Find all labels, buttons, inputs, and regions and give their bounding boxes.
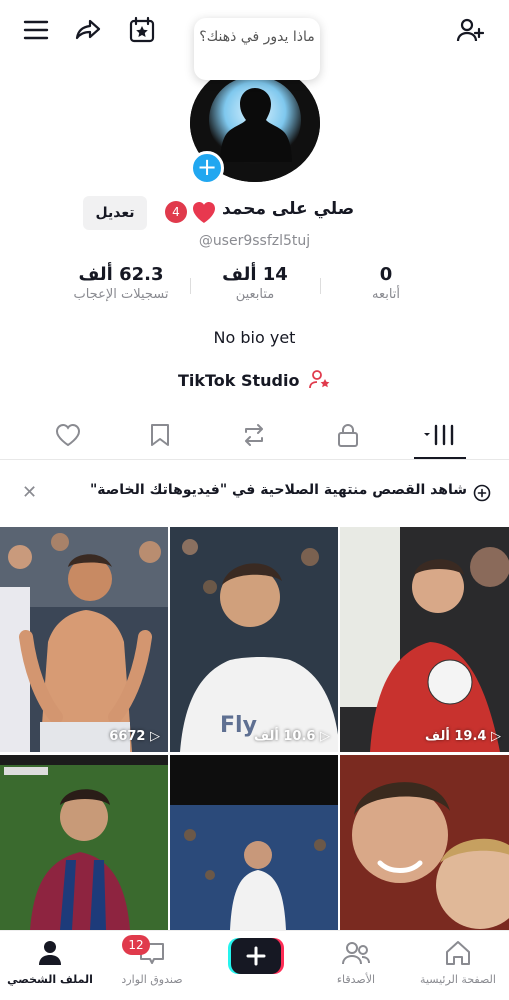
- video-thumbnail[interactable]: [0, 755, 168, 930]
- create-button[interactable]: [228, 938, 284, 974]
- expired-stories-banner[interactable]: ✕ شاهد القصص منتهية الصلاحية في "فيديوها…: [0, 462, 509, 522]
- video-thumbnail[interactable]: ▷ 6672: [0, 527, 168, 752]
- calendar-star-icon[interactable]: [126, 14, 158, 46]
- edit-profile-button[interactable]: تعديل: [83, 196, 147, 230]
- add-circle-icon: [473, 484, 491, 502]
- status-prompt-bubble[interactable]: ماذا يدور في ذهنك؟: [194, 18, 320, 80]
- nav-profile-label: الملف الشخصي: [7, 973, 93, 986]
- tab-liked[interactable]: [48, 418, 88, 452]
- profile-icon: [39, 941, 61, 965]
- bio-text[interactable]: No bio yet: [0, 328, 509, 347]
- tiktok-studio-link[interactable]: TikTok Studio: [0, 369, 509, 390]
- followers-stat[interactable]: 14 ألف متابعين: [212, 264, 298, 302]
- profile-handle: @user9ssfzl5tuj: [198, 233, 311, 249]
- share-icon[interactable]: [72, 14, 104, 46]
- add-avatar-button[interactable]: +: [190, 151, 224, 185]
- studio-label: TikTok Studio: [177, 371, 300, 390]
- divider: [190, 278, 191, 294]
- name-row: تعديل 4 صلي على محمد: [0, 196, 509, 230]
- video-thumbnail[interactable]: [340, 755, 509, 930]
- heart-icon: [193, 202, 215, 223]
- nav-inbox-label: صندوق الوارد: [121, 973, 183, 986]
- video-grid: ▷ 6672 Fly ▷ 10.6 ألف ▷ 19.4 ألف: [0, 527, 509, 930]
- likes-count: 62.3 ألف: [78, 264, 164, 285]
- close-icon[interactable]: ✕: [22, 482, 37, 503]
- home-icon: [446, 941, 470, 965]
- view-count: ▷ 6672: [109, 729, 160, 744]
- view-count: ▷ 19.4 ألف: [425, 729, 501, 744]
- divider: [320, 278, 321, 294]
- following-label: أتابعه: [371, 287, 401, 302]
- friends-icon: [342, 942, 370, 965]
- nav-home[interactable]: الصفحة الرئيسية: [408, 937, 508, 986]
- heart-outline-icon: [55, 423, 81, 447]
- active-tab-indicator: [414, 457, 466, 459]
- add-friend-icon[interactable]: [454, 14, 486, 46]
- video-thumbnail[interactable]: Fly ▷ 10.6 ألف: [170, 527, 338, 752]
- followers-count: 14 ألف: [222, 264, 288, 285]
- video-thumbnail[interactable]: [170, 755, 338, 930]
- stats-row: 62.3 ألف تسجيلات الإعجاب 14 ألف متابعين …: [0, 264, 509, 312]
- nav-profile[interactable]: الملف الشخصي: [0, 937, 100, 986]
- following-count: 0: [379, 264, 393, 285]
- video-thumbnail[interactable]: ▷ 19.4 ألف: [340, 527, 509, 752]
- followers-label: متابعين: [235, 287, 275, 302]
- grid-dropdown-icon: [424, 424, 454, 446]
- banner-text: شاهد القصص منتهية الصلاحية في "فيديوهاتك…: [89, 482, 467, 498]
- view-count-value: 6672: [109, 729, 146, 744]
- lock-icon: [338, 424, 358, 447]
- nav-home-label: الصفحة الرئيسية: [420, 973, 496, 986]
- content-tabs: [0, 410, 509, 460]
- repost-icon: [245, 424, 263, 446]
- profile-name: صلي على محمد: [222, 199, 355, 219]
- nav-inbox[interactable]: 12 صندوق الوارد: [102, 935, 202, 986]
- following-stat[interactable]: 0 أتابعه: [350, 264, 422, 302]
- tab-reposts[interactable]: [234, 418, 274, 452]
- menu-icon[interactable]: [20, 14, 52, 46]
- studio-user-star-icon: [309, 370, 330, 389]
- avatar-container[interactable]: +: [190, 64, 320, 185]
- nav-friends[interactable]: الأصدقاء: [306, 937, 406, 986]
- inbox-badge: 12: [122, 935, 150, 955]
- likes-label: تسجيلات الإعجاب: [73, 287, 169, 302]
- tab-favorites[interactable]: [140, 418, 180, 452]
- view-count: ▷ 10.6 ألف: [254, 729, 330, 744]
- view-count-value: 19.4 ألف: [425, 729, 487, 744]
- heart-count-badge: 4: [165, 201, 187, 223]
- tab-private[interactable]: [328, 418, 368, 452]
- bookmark-icon: [151, 424, 169, 446]
- view-count-value: 10.6 ألف: [254, 729, 316, 744]
- tab-videos[interactable]: [420, 418, 460, 452]
- nav-friends-label: الأصدقاء: [336, 973, 376, 986]
- likes-stat[interactable]: 62.3 ألف تسجيلات الإعجاب: [66, 264, 176, 302]
